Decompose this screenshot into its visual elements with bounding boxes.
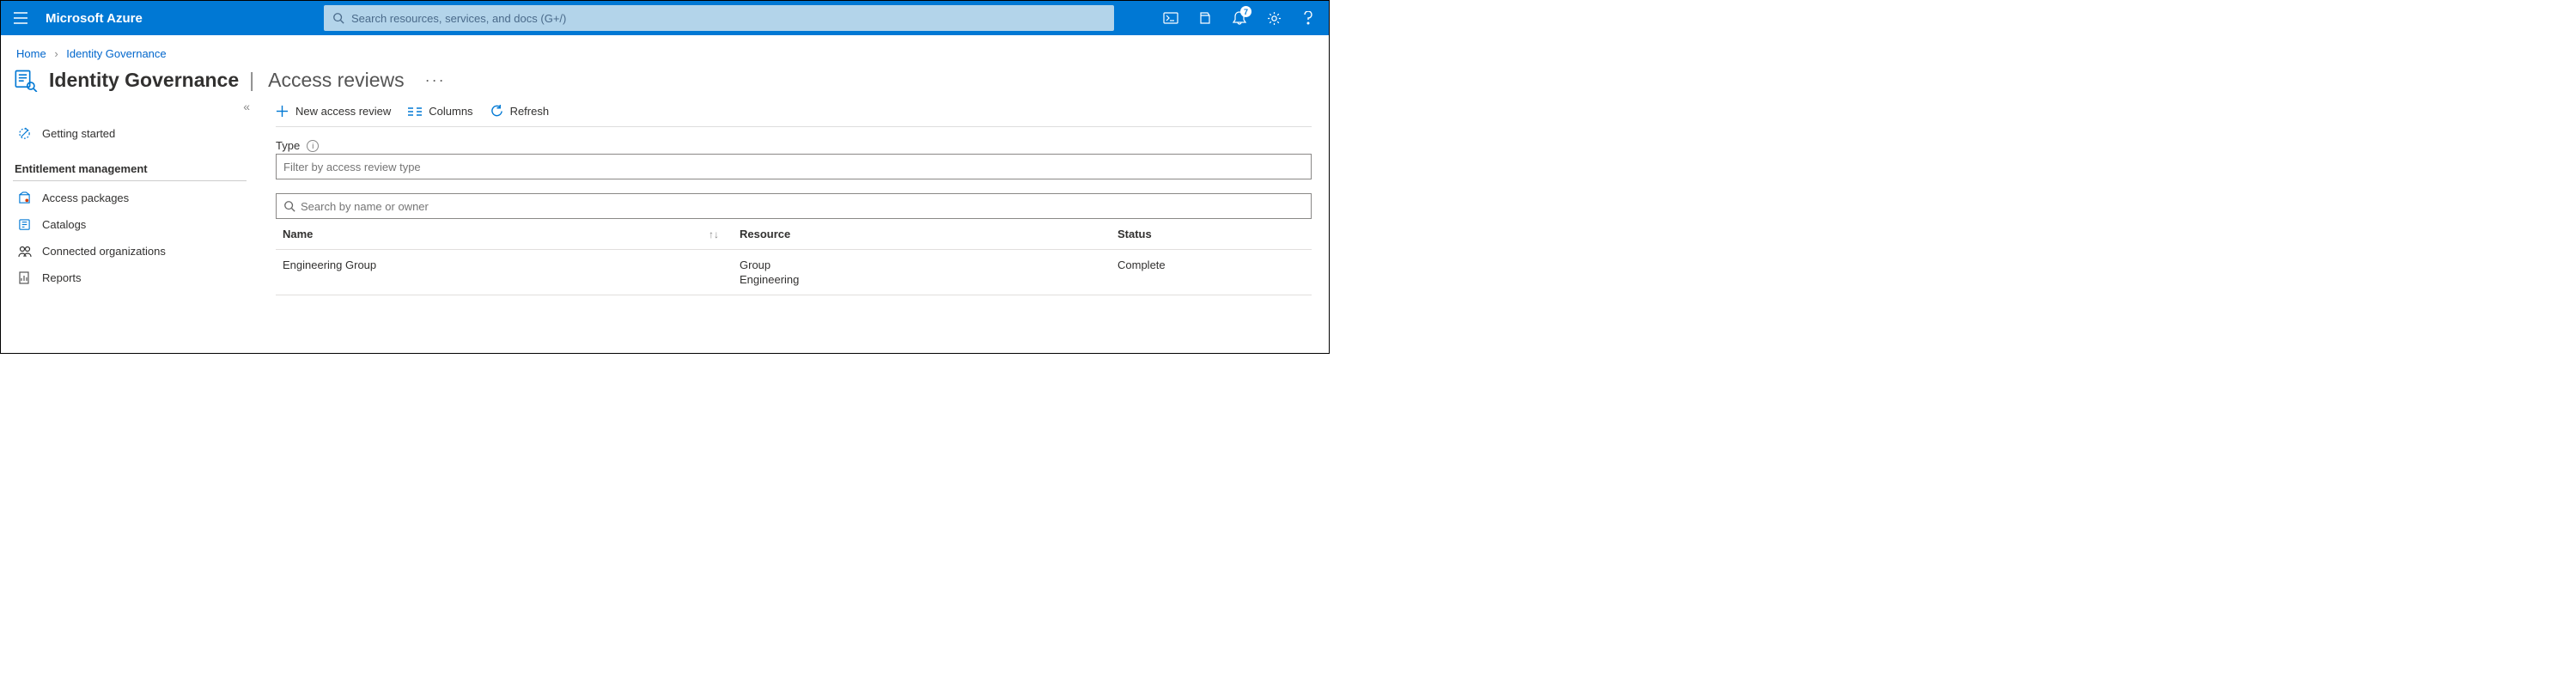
column-header-resource[interactable]: Resource [740,228,1117,240]
identity-governance-icon [13,67,39,93]
refresh-button[interactable]: Refresh [490,105,550,118]
directories-icon[interactable] [1188,1,1222,35]
sidebar-item-catalogs[interactable]: Catalogs [13,211,247,238]
sidebar-item-access-packages[interactable]: Access packages [13,185,247,211]
topbar: Microsoft Azure 7 [1,1,1329,35]
notifications-icon[interactable]: 7 [1222,1,1257,35]
cell-status: Complete [1117,258,1312,271]
toolbar-label: Columns [429,105,472,118]
breadcrumb-home[interactable]: Home [16,47,46,60]
sidebar-item-label: Access packages [42,192,129,204]
collapse-sidebar-icon[interactable]: « [243,100,250,113]
sidebar-item-getting-started[interactable]: Getting started [13,120,247,147]
connected-orgs-icon [18,246,32,258]
access-packages-icon [18,192,32,204]
search-icon [332,12,344,24]
table-row[interactable]: Engineering Group Group Engineering Comp… [276,250,1312,295]
name-owner-search-input[interactable] [301,200,1304,213]
sidebar-item-label: Getting started [42,127,115,140]
brand-label[interactable]: Microsoft Azure [40,11,324,26]
global-search-input[interactable] [344,12,1105,25]
page-title-bar: Identity Governance | Access reviews ··· [1,67,1329,100]
sidebar-item-label: Reports [42,271,82,284]
sidebar-section-entitlement: Entitlement management [13,147,247,181]
type-filter-input[interactable] [276,154,1312,179]
cloud-shell-icon[interactable] [1154,1,1188,35]
content-area: New access review Columns Refresh [259,100,1329,295]
type-filter-text[interactable] [283,161,1304,173]
hamburger-menu[interactable] [1,1,40,35]
search-icon [283,200,295,212]
plus-icon [276,105,289,118]
breadcrumb: Home › Identity Governance [1,35,1329,67]
table-header: Name ↑↓ Resource Status [276,219,1312,250]
new-access-review-button[interactable]: New access review [276,105,391,118]
name-owner-search[interactable] [276,193,1312,219]
type-label: Type [276,139,300,152]
sidebar-item-label: Catalogs [42,218,86,231]
notification-badge: 7 [1240,6,1251,17]
getting-started-icon [18,127,32,140]
column-header-status[interactable]: Status [1117,228,1312,240]
catalogs-icon [18,218,32,231]
toolbar-label: Refresh [510,105,550,118]
sort-icon[interactable]: ↑↓ [709,228,719,240]
columns-icon [408,106,422,117]
type-filter-label-row: Type i [276,127,1312,154]
help-icon[interactable] [1291,1,1325,35]
cell-name: Engineering Group [276,258,740,271]
sidebar-item-reports[interactable]: Reports [13,264,247,291]
cell-resource: Group Engineering [740,258,1117,286]
more-actions-icon[interactable]: ··· [425,71,446,89]
page-title-main: Identity Governance [49,69,239,92]
column-header-name[interactable]: Name ↑↓ [276,228,740,240]
info-icon[interactable]: i [307,140,319,152]
settings-icon[interactable] [1257,1,1291,35]
page-title-separator: | [249,69,254,92]
reports-icon [18,271,32,284]
columns-button[interactable]: Columns [408,105,472,118]
page-title-sub: Access reviews [265,69,404,92]
breadcrumb-current[interactable]: Identity Governance [66,47,166,60]
breadcrumb-separator: › [54,47,58,60]
toolbar-label: New access review [295,105,391,118]
sidebar-item-connected-orgs[interactable]: Connected organizations [13,238,247,264]
global-search[interactable] [324,5,1114,31]
content-toolbar: New access review Columns Refresh [276,100,1312,127]
refresh-icon [490,105,503,118]
sidebar-item-label: Connected organizations [42,245,166,258]
sidebar: « Getting started Entitlement management… [1,100,259,295]
